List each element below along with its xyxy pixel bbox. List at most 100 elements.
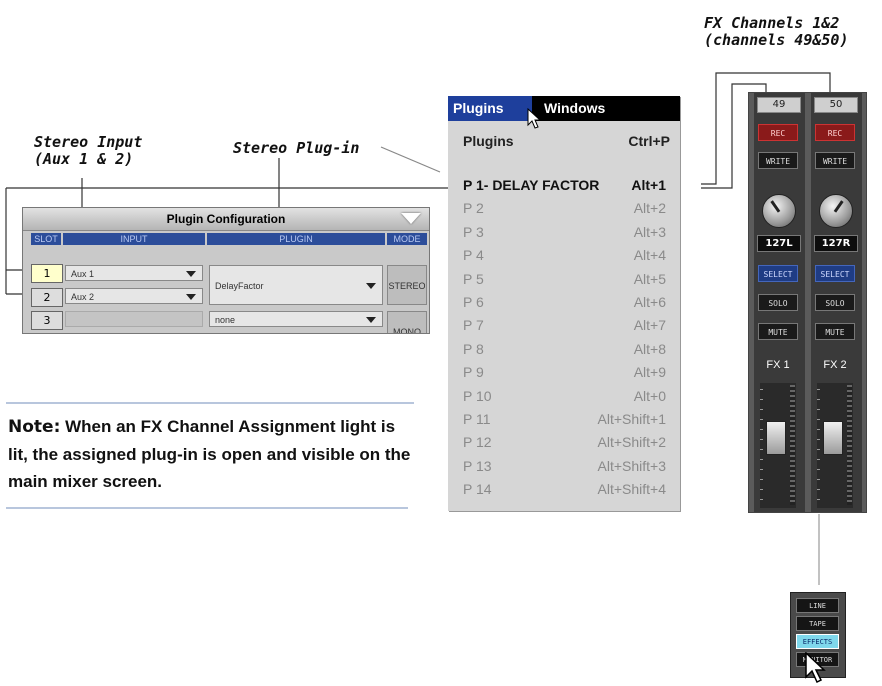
effects-button[interactable]: EFFECTS: [796, 634, 839, 649]
dropdown-arrow-icon: [186, 271, 196, 277]
menu-item[interactable]: P 7 Alt+7: [448, 316, 674, 335]
dropdown-arrow-icon: [366, 283, 376, 289]
menu-item-label: P 12: [463, 434, 492, 451]
menu-item[interactable]: P 10 Alt+0: [448, 387, 674, 406]
plugin-select-3-value: none: [215, 315, 236, 325]
menu-item-shortcut: Alt+8: [633, 340, 666, 357]
mode-button-1[interactable]: STEREO: [387, 265, 427, 305]
channel-number: 49: [757, 97, 801, 113]
menu-windows[interactable]: Windows: [544, 96, 605, 121]
solo-button[interactable]: SOLO: [758, 294, 798, 311]
channel-number: 50: [814, 97, 858, 113]
level-meter: [790, 385, 795, 505]
mode-header: MODE: [387, 233, 427, 245]
write-button[interactable]: WRITE: [815, 152, 855, 169]
pan-knob-icon[interactable]: [819, 194, 853, 228]
mixer-strips: 49 REC WRITE 127L SELECT SOLO MUTE FX 1 …: [748, 92, 867, 513]
select-button[interactable]: SELECT: [815, 265, 855, 282]
menu-item-label: P 14: [463, 481, 492, 498]
menu-item-label: P 8: [463, 340, 484, 357]
menu-item[interactable]: P 11 Alt+Shift+1: [448, 410, 674, 429]
select-button[interactable]: SELECT: [758, 265, 798, 282]
input-select-1[interactable]: Aux 1: [65, 265, 203, 281]
mode-button-3[interactable]: MONO: [387, 311, 427, 333]
plugins-menu: Plugins Windows Plugins Ctrl+P P 1- DELA…: [448, 96, 680, 511]
fader-handle[interactable]: [766, 421, 786, 455]
menu-item-shortcut: Alt+9: [633, 364, 666, 381]
menu-item-shortcut: Alt+2: [633, 200, 666, 217]
menu-item-shortcut: Alt+Shift+1: [597, 411, 667, 427]
menu-item[interactable]: P 14 Alt+Shift+4: [448, 480, 674, 499]
mute-button[interactable]: MUTE: [758, 323, 798, 340]
plugin-select-1[interactable]: DelayFactor: [209, 265, 383, 305]
menu-bar: Plugins Windows: [448, 96, 680, 121]
note-text: Note: When an FX Channel Assignment ligh…: [8, 413, 418, 495]
menu-item-label: P 5: [463, 270, 484, 287]
menu-item-shortcut: Alt+4: [633, 247, 666, 264]
menu-item[interactable]: P 2 Alt+2: [448, 199, 674, 218]
plugin-header: PLUGIN: [207, 233, 385, 245]
plugin-config-titlebar: Plugin Configuration: [23, 208, 429, 231]
note-rule-bottom: [6, 507, 408, 509]
solo-button[interactable]: SOLO: [815, 294, 855, 311]
menu-item[interactable]: P 13 Alt+Shift+3: [448, 457, 674, 476]
write-button[interactable]: WRITE: [758, 152, 798, 169]
fx-channel-strip-1: 49 REC WRITE 127L SELECT SOLO MUTE FX 1: [754, 93, 805, 512]
plugin-config-title: Plugin Configuration: [166, 212, 286, 226]
fx-label: FX 1: [766, 359, 790, 371]
pan-knob-icon[interactable]: [762, 194, 796, 228]
input-select-3[interactable]: [65, 311, 203, 327]
menu-item-label: P 7: [463, 317, 484, 334]
note-label: Note:: [8, 417, 61, 437]
fx-label: FX 2: [823, 359, 847, 371]
menu-item[interactable]: P 4 Alt+4: [448, 246, 674, 265]
plugins-submenu-label[interactable]: Plugins: [463, 133, 514, 149]
collapse-triangle-icon[interactable]: [401, 213, 421, 224]
slot-2: 2: [31, 288, 63, 307]
pan-readout: 127L: [757, 235, 801, 252]
menu-item-shortcut: Alt+Shift+2: [597, 434, 667, 451]
menu-item[interactable]: P 3 Alt+3: [448, 223, 674, 242]
menu-item-label: P 9: [463, 364, 484, 381]
menu-item[interactable]: P 5 Alt+5: [448, 270, 674, 289]
note-body: When an FX Channel Assignment light is l…: [8, 417, 411, 491]
menu-item[interactable]: P 9 Alt+9: [448, 363, 674, 382]
tape-button[interactable]: TAPE: [796, 616, 839, 631]
menu-item[interactable]: P 8 Alt+8: [448, 340, 674, 359]
menu-item-label: P 4: [463, 247, 484, 264]
menu-item-shortcut: Alt+Shift+3: [597, 457, 667, 474]
input-select-2-value: Aux 2: [71, 292, 95, 302]
fader-scale: [760, 389, 763, 505]
fader-handle[interactable]: [823, 421, 843, 455]
mute-button[interactable]: MUTE: [815, 323, 855, 340]
plugins-submenu-shortcut: Ctrl+P: [628, 133, 670, 149]
line-button[interactable]: LINE: [796, 598, 839, 613]
menu-item-label: P 6: [463, 294, 484, 310]
slot-3: 3: [31, 311, 63, 330]
menu-item-shortcut: Alt+Shift+4: [597, 481, 667, 498]
menu-plugins[interactable]: Plugins: [448, 96, 532, 121]
menu-item[interactable]: P 1- DELAY FACTOR Alt+1: [448, 176, 674, 195]
menu-item-shortcut: Alt+3: [633, 223, 666, 240]
menu-item-label: P 2: [463, 200, 484, 217]
dropdown-arrow-icon: [366, 317, 376, 323]
level-meter: [847, 385, 852, 505]
menu-item-label: P 3: [463, 223, 484, 240]
mouse-pointer-icon: [805, 652, 826, 684]
menu-item-label: P 10: [463, 387, 492, 404]
rec-button[interactable]: REC: [815, 124, 855, 141]
input-header: INPUT: [63, 233, 205, 245]
plugin-select-3[interactable]: none: [209, 311, 383, 327]
rec-button[interactable]: REC: [758, 124, 798, 141]
input-select-1-value: Aux 1: [71, 269, 95, 279]
menu-item[interactable]: P 6 Alt+6: [448, 293, 674, 312]
menu-item-shortcut: Alt+5: [633, 270, 666, 287]
plugin-configuration-window: Plugin Configuration SLOT INPUT PLUGIN M…: [22, 207, 430, 334]
input-select-2[interactable]: Aux 2: [65, 288, 203, 304]
plugin-select-1-value: DelayFactor: [215, 281, 264, 291]
menu-item[interactable]: P 12 Alt+Shift+2: [448, 433, 674, 452]
menu-item-label: P 13: [463, 457, 492, 474]
slot-header: SLOT: [31, 233, 61, 245]
dropdown-arrow-icon: [186, 294, 196, 300]
fx-channel-strip-2: 50 REC WRITE 127R SELECT SOLO MUTE FX 2: [811, 93, 862, 512]
